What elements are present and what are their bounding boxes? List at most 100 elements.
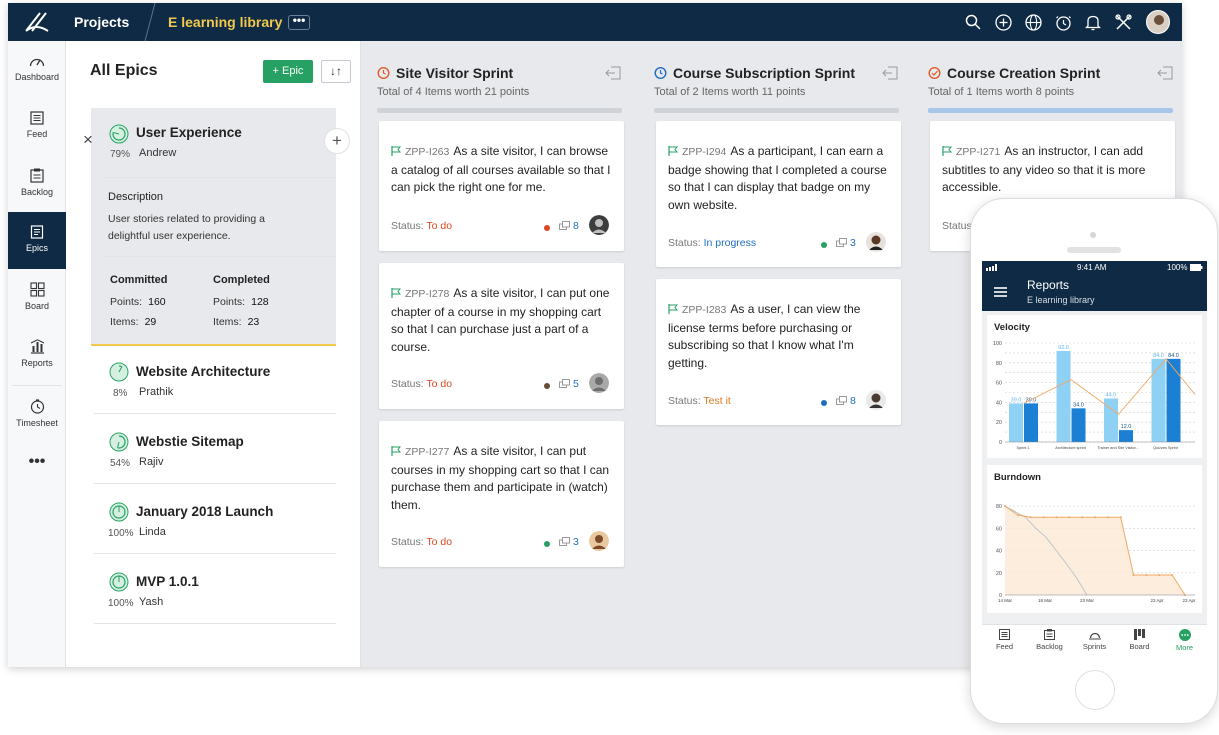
data-point[interactable]: [1094, 516, 1096, 519]
x-tick-label: 23 Apr: [1150, 598, 1164, 603]
data-point[interactable]: [1042, 516, 1045, 519]
status-value[interactable]: To do: [426, 536, 452, 548]
status-value[interactable]: To do: [426, 378, 452, 390]
committed-points: Points: 160: [110, 296, 166, 308]
collapse-column-icon[interactable]: [882, 66, 898, 80]
epic-name[interactable]: User Experience: [136, 125, 242, 140]
status-value[interactable]: In progress: [704, 237, 757, 249]
epic-percent: 54%: [110, 458, 131, 469]
data-point[interactable]: [1106, 516, 1109, 519]
velocity-bar[interactable]: [1166, 358, 1181, 442]
epic-percent: 79%: [110, 149, 131, 160]
story-card[interactable]: ZPP-I294 As a participant, I can earn a b…: [656, 121, 901, 267]
data-point[interactable]: [1119, 516, 1122, 519]
story-card[interactable]: ZPP-I277 As a site visitor, I can put cou…: [379, 421, 624, 567]
globe-icon[interactable]: [1022, 9, 1044, 35]
assignee-avatar[interactable]: [866, 390, 886, 410]
data-point[interactable]: [1132, 574, 1135, 576]
nav-item-reports[interactable]: Reports: [8, 326, 66, 383]
velocity-chart-card[interactable]: Velocity 0 20 40 60 80 100 39.0 39.0 Sprint 1 92.…: [987, 315, 1202, 458]
data-point[interactable]: [1029, 516, 1032, 519]
home-button[interactable]: [1075, 670, 1115, 710]
story-id[interactable]: ZPP-I263: [405, 146, 449, 158]
velocity-bar[interactable]: [1071, 408, 1086, 442]
story-id[interactable]: ZPP-I283: [682, 304, 726, 316]
board-icon: [29, 282, 45, 297]
search-icon[interactable]: [962, 9, 984, 35]
status-value[interactable]: To do: [426, 220, 452, 232]
epic-name[interactable]: Website Architecture: [136, 364, 270, 379]
velocity-bar[interactable]: [1056, 350, 1071, 442]
velocity-bar[interactable]: [1151, 358, 1166, 442]
sort-button[interactable]: ↓↑: [321, 60, 351, 83]
velocity-bar[interactable]: [1119, 430, 1133, 442]
burndown-chart-card[interactable]: Burndown 0 20 40 60 80 14 Mar 18 Mar 23 Mar 23 A…: [987, 465, 1202, 613]
data-point[interactable]: [1145, 574, 1148, 576]
x-tick-label: Sprint 1: [1016, 446, 1029, 450]
data-point[interactable]: [1055, 516, 1058, 519]
close-icon[interactable]: ×: [79, 131, 97, 149]
status-value[interactable]: Test it: [703, 395, 730, 407]
story-id[interactable]: ZPP-I271: [956, 146, 1000, 158]
story-card[interactable]: ZPP-I278 As a site visitor, I can put one…: [379, 263, 624, 409]
data-point[interactable]: [1081, 516, 1084, 519]
nav-item-backlog[interactable]: Backlog: [8, 155, 66, 212]
story-card[interactable]: ZPP-I263 As a site visitor, I can browse …: [379, 121, 624, 251]
tools-icon[interactable]: [1112, 9, 1134, 35]
project-name[interactable]: E learning library: [168, 14, 282, 30]
story-card[interactable]: ZPP-I283 As a user, I can view the licens…: [656, 279, 901, 425]
velocity-bar[interactable]: [1024, 403, 1038, 442]
data-point[interactable]: [1004, 505, 1006, 508]
app-logo-icon[interactable]: [22, 9, 52, 35]
assignee-avatar[interactable]: [589, 373, 609, 393]
story-id[interactable]: ZPP-I277: [405, 446, 449, 458]
nav-item-timesheet[interactable]: Timesheet: [8, 386, 66, 443]
assignee-avatar[interactable]: [866, 232, 886, 252]
more-icon: [1178, 629, 1191, 641]
nav-more-button[interactable]: •••: [8, 447, 66, 477]
nav-label: Dashboard: [14, 72, 60, 82]
collapse-column-icon[interactable]: [1157, 66, 1173, 80]
y-tick-label: 0: [999, 440, 1002, 446]
tab-backlog[interactable]: Backlog: [1027, 629, 1072, 651]
epic-name[interactable]: MVP 1.0.1: [136, 574, 199, 589]
data-point[interactable]: [1158, 574, 1161, 576]
progress-ring-icon: [109, 124, 129, 144]
tab-sprints[interactable]: Sprints: [1072, 629, 1117, 651]
data-point[interactable]: [1068, 516, 1071, 519]
sprints-icon: [1088, 632, 1101, 640]
sprint-title[interactable]: Site Visitor Sprint: [396, 65, 513, 81]
nav-item-dashboard[interactable]: Dashboard: [8, 41, 66, 98]
sprint-title[interactable]: Course Subscription Sprint: [673, 65, 855, 81]
epic-name[interactable]: January 2018 Launch: [136, 504, 273, 519]
story-points: 8: [836, 395, 856, 407]
nav-item-board[interactable]: Board: [8, 269, 66, 326]
assignee-avatar[interactable]: [589, 531, 609, 551]
data-label: 92.0: [1058, 345, 1069, 351]
menu-icon[interactable]: [994, 287, 1007, 297]
data-point[interactable]: [1171, 574, 1174, 576]
epic-name[interactable]: Webstie Sitemap: [136, 434, 244, 449]
tab-more[interactable]: More: [1162, 629, 1207, 652]
collapse-column-icon[interactable]: [605, 66, 621, 80]
user-avatar[interactable]: [1146, 10, 1170, 34]
story-status: Status: In progress: [668, 237, 756, 249]
tab-feed[interactable]: Feed: [982, 629, 1027, 651]
timer-icon[interactable]: [1052, 9, 1074, 35]
story-id[interactable]: ZPP-I278: [405, 288, 449, 300]
nav-item-feed[interactable]: Feed: [8, 98, 66, 155]
projects-link[interactable]: Projects: [74, 14, 129, 30]
add-circle-icon[interactable]: [992, 9, 1014, 35]
reports-icon: [30, 339, 44, 354]
add-epic-button[interactable]: + Epic: [263, 60, 313, 83]
assignee-avatar[interactable]: [589, 215, 609, 235]
nav-item-epics[interactable]: Epics: [8, 212, 66, 269]
data-point[interactable]: [1016, 514, 1019, 516]
velocity-bar[interactable]: [1009, 403, 1023, 442]
story-id[interactable]: ZPP-I294: [682, 146, 726, 158]
bell-icon[interactable]: [1082, 9, 1104, 35]
tab-board[interactable]: Board: [1117, 629, 1162, 651]
sprint-title[interactable]: Course Creation Sprint: [947, 65, 1100, 81]
project-more-button[interactable]: •••: [288, 14, 310, 30]
add-item-button[interactable]: +: [324, 128, 350, 154]
